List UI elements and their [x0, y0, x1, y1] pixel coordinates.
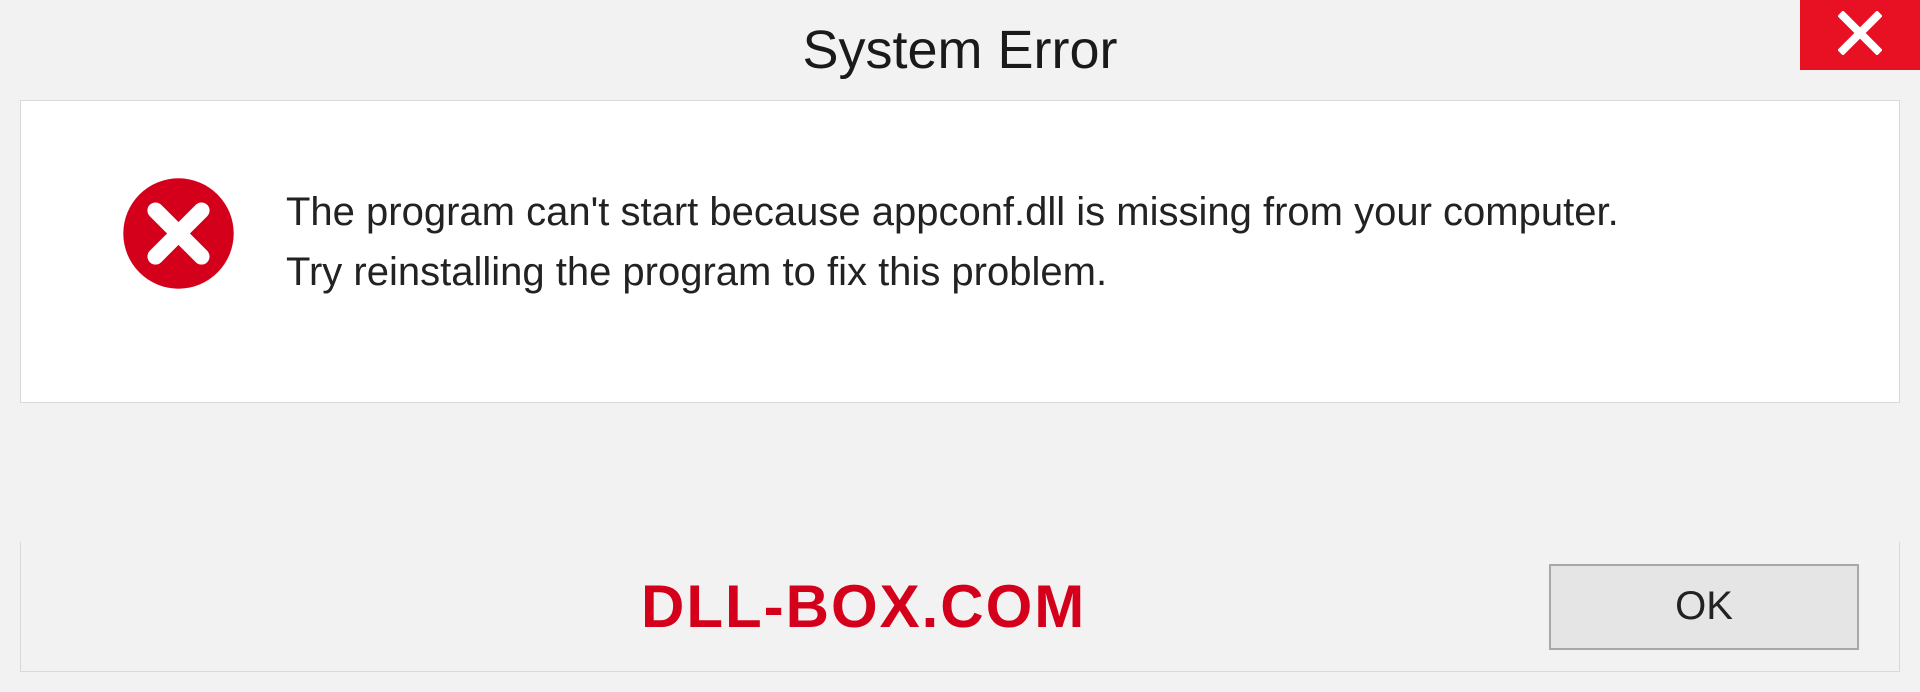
message-block: The program can't start because appconf.…	[286, 176, 1859, 302]
content-panel: The program can't start because appconf.…	[20, 100, 1900, 403]
message-line-2: Try reinstalling the program to fix this…	[286, 242, 1859, 302]
message-line-1: The program can't start because appconf.…	[286, 182, 1859, 242]
footer-bar: DLL-BOX.COM OK	[20, 542, 1900, 672]
close-button[interactable]	[1800, 0, 1920, 70]
error-icon	[121, 176, 236, 291]
dialog-title: System Error	[802, 19, 1117, 81]
ok-button-label: OK	[1675, 584, 1733, 629]
ok-button[interactable]: OK	[1549, 564, 1859, 650]
close-icon	[1838, 11, 1882, 60]
titlebar: System Error	[0, 0, 1920, 100]
watermark-text: DLL-BOX.COM	[641, 572, 1086, 641]
